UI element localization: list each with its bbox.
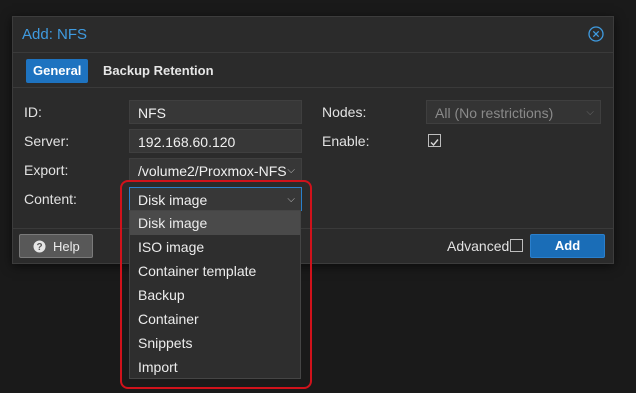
enable-checkbox[interactable] — [428, 134, 441, 147]
export-value: /volume2/Proxmox-NFS — [138, 163, 287, 179]
nodes-label: Nodes: — [322, 104, 367, 120]
nodes-select[interactable]: All (No restrictions) ⌵ — [426, 100, 601, 124]
tab-general[interactable]: General — [26, 59, 89, 83]
chevron-down-icon[interactable]: ⌵ — [586, 101, 594, 125]
id-field[interactable]: NFS — [129, 100, 302, 124]
id-value: NFS — [138, 105, 166, 121]
dialog-titlebar: Add: NFS — [13, 17, 613, 53]
content-label: Content: — [24, 191, 77, 207]
dropdown-option-import[interactable]: Import — [130, 355, 300, 379]
nodes-value: All (No restrictions) — [435, 105, 554, 121]
close-icon[interactable] — [588, 26, 604, 42]
dropdown-option-backup[interactable]: Backup — [130, 283, 300, 307]
advanced-checkbox[interactable] — [510, 239, 523, 252]
server-value: 192.168.60.120 — [138, 134, 236, 150]
id-label: ID: — [24, 104, 42, 120]
chevron-down-icon[interactable]: ⌵ — [287, 159, 295, 183]
enable-label: Enable: — [322, 133, 370, 149]
checkmark-icon — [430, 139, 439, 147]
dropdown-option-iso-image[interactable]: ISO image — [130, 235, 300, 259]
dialog-title: Add: NFS — [22, 26, 88, 43]
dropdown-option-disk-image[interactable]: Disk image — [130, 211, 300, 235]
tab-bar: General Backup Retention — [13, 53, 613, 88]
server-label: Server: — [24, 133, 70, 149]
advanced-label: Advanced — [447, 238, 510, 254]
content-select[interactable]: Disk image ⌵ — [129, 187, 302, 211]
export-field[interactable]: /volume2/Proxmox-NFS ⌵ — [129, 158, 302, 182]
question-circle-icon: ? — [33, 240, 46, 253]
chevron-down-icon[interactable]: ⌵ — [287, 188, 295, 212]
dropdown-option-container[interactable]: Container — [130, 307, 300, 331]
server-field[interactable]: 192.168.60.120 — [129, 129, 302, 153]
svg-text:?: ? — [36, 242, 42, 253]
add-nfs-dialog: Add: NFS General Backup Retention ID: NF… — [12, 16, 614, 264]
help-label: Help — [53, 239, 80, 254]
dialog-footer: ? Help Advanced Add — [13, 228, 613, 264]
tab-backup-retention[interactable]: Backup Retention — [96, 59, 221, 83]
content-dropdown-list: Disk image ISO image Container template … — [129, 210, 301, 379]
content-value: Disk image — [138, 192, 208, 208]
add-button[interactable]: Add — [530, 234, 605, 258]
dropdown-option-snippets[interactable]: Snippets — [130, 331, 300, 355]
help-button[interactable]: ? Help — [19, 234, 93, 258]
dropdown-option-container-template[interactable]: Container template — [130, 259, 300, 283]
export-label: Export: — [24, 162, 69, 178]
